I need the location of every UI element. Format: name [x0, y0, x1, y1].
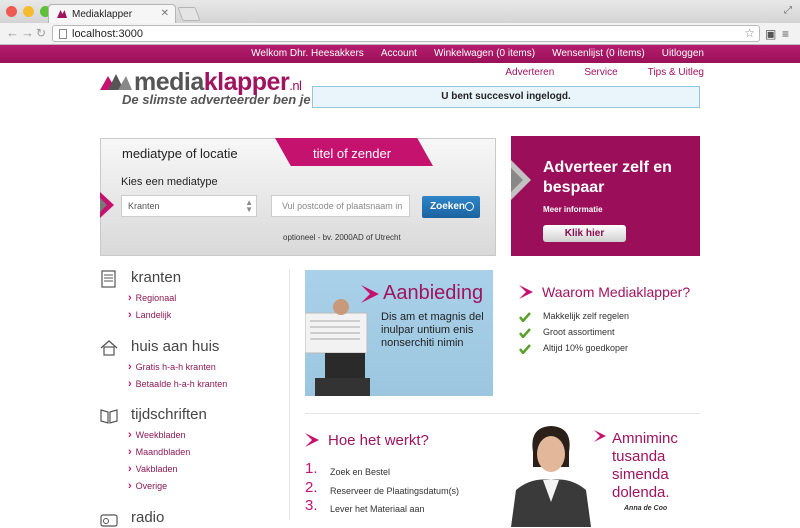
step-number: 3. [305, 497, 318, 514]
location-input[interactable]: Vul postcode of plaatsnaam in [271, 195, 410, 217]
new-tab-button[interactable] [177, 7, 201, 21]
nav-adverteren[interactable]: Adverteren [505, 67, 554, 78]
account-link[interactable]: Account [381, 48, 417, 59]
tab-title: Mediaklapper [72, 8, 133, 20]
reload-icon[interactable]: ↻ [36, 26, 46, 40]
browser-tab[interactable]: Mediaklapper ✕ [48, 4, 176, 23]
category-title[interactable]: huis aan huis [131, 338, 219, 355]
welcome-link[interactable]: Welkom Dhr. Heesakkers [251, 48, 364, 59]
newspaper-icon [101, 270, 116, 288]
radio-icon [100, 514, 118, 527]
user-bar: Welkom Dhr. Heesakkers Account Winkelwag… [0, 45, 800, 63]
step-number: 2. [305, 479, 318, 496]
tab-titel[interactable]: titel of zender [275, 138, 433, 166]
wishlist-link[interactable]: Wensenlijst (0 items) [552, 48, 645, 59]
window-controls [6, 6, 51, 17]
search-icon [465, 202, 474, 211]
check-icon [519, 312, 531, 322]
step-text: Zoek en Bestel [330, 467, 391, 477]
link-weekbladen[interactable]: Weekbladen [128, 429, 186, 441]
category-title[interactable]: kranten [131, 269, 181, 286]
aanbieding-diamond-icon [361, 285, 379, 303]
house-icon [100, 340, 118, 356]
step-number: 1. [305, 460, 318, 477]
promo-text: Dis am et magnis del inulpar untium enis… [381, 311, 484, 349]
bookmark-star-icon[interactable]: ☆ [744, 26, 755, 40]
why-diamond-icon [519, 285, 533, 299]
section-divider [305, 413, 700, 414]
category-title[interactable]: tijdschriften [131, 406, 207, 423]
quote-diamond-icon [594, 430, 606, 442]
promo-title: Aanbieding [383, 282, 484, 304]
link-overige[interactable]: Overige [128, 480, 168, 492]
why-item: Altijd 10% goedkoper [543, 343, 629, 353]
tagline: De slimste adverteerder ben je zelf [122, 92, 336, 107]
page-icon [59, 28, 67, 39]
ad-arrow-icon [511, 160, 531, 200]
link-betaalde-hah[interactable]: Betaalde h-a-h kranten [128, 378, 228, 390]
logo-part-tld: .nl [289, 78, 302, 93]
logout-link[interactable]: Uitloggen [662, 48, 704, 59]
testimonial-photo [511, 426, 591, 527]
mediatype-label: Kies een mediatype [121, 176, 218, 188]
why-item: Makkelijk zelf regelen [543, 311, 630, 321]
why-item: Groot assortiment [543, 327, 615, 337]
testimonial-quote: Amniminc tusanda simenda dolenda. [612, 430, 678, 501]
step-text: Reserveer de Plaatingsdatum(s) [330, 486, 460, 496]
forward-icon[interactable]: → [21, 26, 34, 40]
step-text: Lever het Materiaal aan [330, 504, 425, 514]
klik-hier-button[interactable]: Klik hier [543, 225, 626, 242]
cart-link[interactable]: Winkelwagen (0 items) [434, 48, 535, 59]
tab-mediatype[interactable]: mediatype of locatie [100, 138, 290, 164]
how-title: Hoe het werkt? [328, 432, 429, 449]
fullscreen-icon[interactable]: ⤢ [784, 5, 792, 16]
check-icon [519, 344, 531, 354]
close-tab-icon[interactable]: ✕ [161, 8, 169, 19]
browser-titlebar: Mediaklapper ✕ ⤢ [0, 0, 800, 23]
link-regionaal[interactable]: Regionaal [128, 292, 177, 304]
secondary-nav: Adverteren Service Tips & Uitleg [505, 67, 704, 78]
browser-toolbar: ← → ↻ localhost:3000 ☆ ▣ ≡ [0, 23, 800, 45]
search-button[interactable]: Zoeken [422, 196, 480, 218]
select-value: Kranten [128, 201, 160, 211]
link-maandbladen[interactable]: Maandbladen [128, 446, 191, 458]
url-text: localhost:3000 [72, 27, 143, 40]
column-divider [289, 270, 290, 520]
nav-service[interactable]: Service [584, 67, 617, 78]
category-title[interactable]: radio [131, 509, 164, 526]
logo-mark-icon [100, 74, 132, 90]
menu-icon[interactable]: ≡ [782, 27, 789, 41]
why-title: Waarom Mediaklapper? [542, 284, 691, 300]
testimonial-name: Anna de Coo [624, 505, 668, 512]
ad-title: Adverteer zelf en bespaar [543, 159, 672, 196]
nav-tips[interactable]: Tips & Uitleg [648, 67, 704, 78]
close-window-button[interactable] [6, 6, 17, 17]
search-hint: optioneel - bv. 2000AD of Utrecht [283, 233, 401, 242]
address-bar[interactable]: localhost:3000 ☆ [52, 25, 760, 42]
reading-man-image [305, 299, 370, 396]
extension-icon[interactable]: ▣ [765, 27, 776, 41]
favicon-icon [57, 10, 67, 18]
back-icon[interactable]: ← [6, 26, 19, 40]
search-button-label: Zoeken [430, 201, 466, 212]
link-landelijk[interactable]: Landelijk [128, 309, 172, 321]
check-icon [519, 328, 531, 338]
magazine-icon [100, 409, 118, 424]
arrow-marker-icon [100, 192, 114, 218]
ad-more-info[interactable]: Meer informatie [543, 205, 603, 214]
flash-message: U bent succesvol ingelogd. [312, 86, 700, 108]
how-diamond-icon [305, 433, 319, 447]
mediatype-select[interactable]: Kranten ▲ ▼ [121, 195, 257, 217]
minimize-window-button[interactable] [23, 6, 34, 17]
link-vakbladen[interactable]: Vakbladen [128, 463, 178, 475]
link-gratis-hah[interactable]: Gratis h-a-h kranten [128, 361, 216, 373]
select-arrows-icon: ▲ ▼ [245, 198, 253, 214]
